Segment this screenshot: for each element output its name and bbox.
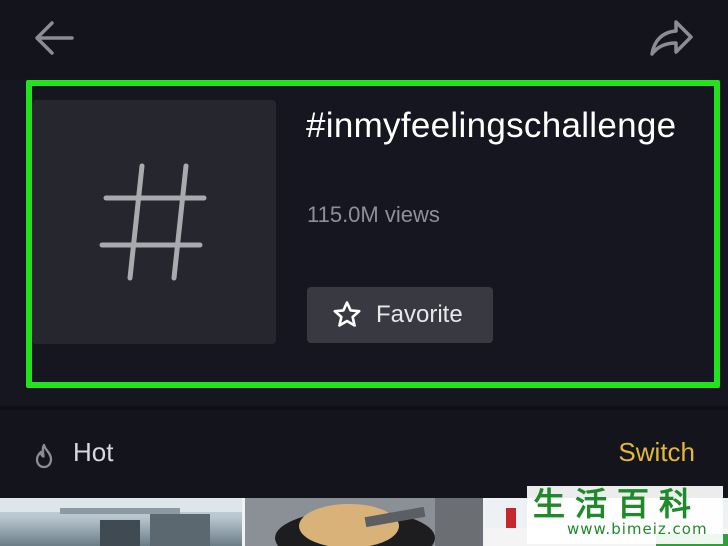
video-thumbnail[interactable] xyxy=(245,498,483,546)
watermark: 生活百科 www.bimeiz.com xyxy=(527,486,723,544)
share-arrow-icon xyxy=(650,20,693,56)
hashtag-title: #inmyfeelingschallenge xyxy=(306,106,677,145)
hot-tab-label[interactable]: Hot xyxy=(73,437,113,468)
watermark-url: www.bimeiz.com xyxy=(567,520,708,538)
favorite-label: Favorite xyxy=(376,301,463,328)
top-navigation-bar xyxy=(0,0,728,80)
flame-icon xyxy=(34,443,54,474)
arrow-left-icon xyxy=(35,21,74,55)
star-outline-icon xyxy=(333,301,361,327)
video-thumbnail[interactable] xyxy=(0,498,242,546)
back-button[interactable] xyxy=(32,18,76,58)
view-count: 115.0M views xyxy=(307,202,440,227)
hashtag-icon xyxy=(99,163,207,281)
watermark-chinese-text: 生活百科 xyxy=(533,485,702,523)
share-button[interactable] xyxy=(648,18,694,58)
hashtag-thumbnail xyxy=(32,100,276,344)
switch-button[interactable]: Switch xyxy=(618,437,695,468)
favorite-button[interactable]: Favorite xyxy=(307,287,493,343)
